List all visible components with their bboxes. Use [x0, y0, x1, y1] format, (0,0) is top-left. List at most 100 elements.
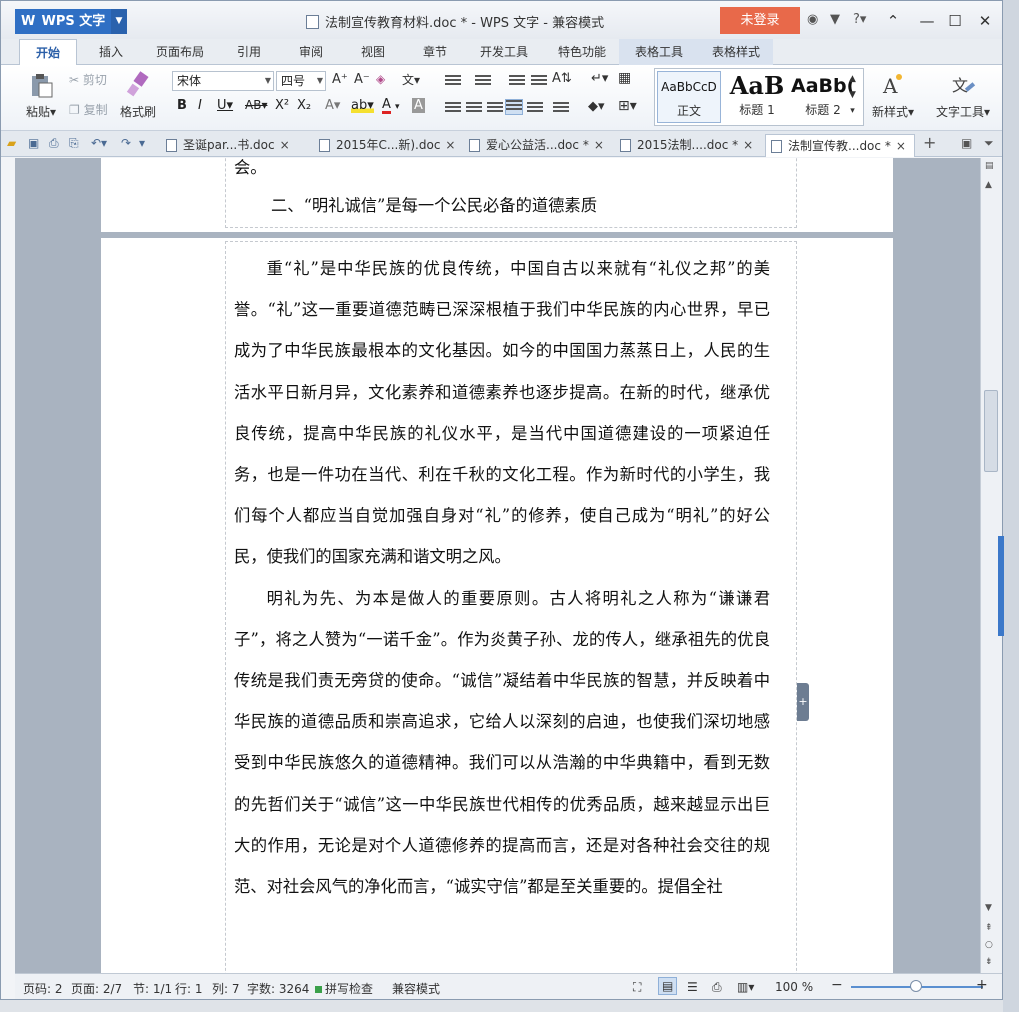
tab-menu-icon[interactable]: ⏷	[984, 136, 994, 151]
subscript-icon[interactable]: X₂	[297, 98, 311, 113]
italic-icon[interactable]: I	[198, 98, 202, 113]
document-canvas[interactable]: 会。 二、“明礼诚信”是每一个公民必备的道德素质 重“礼”是中华民族的优良传统，…	[15, 158, 980, 973]
bullet-list-icon[interactable]	[445, 75, 461, 89]
tab-references[interactable]: 引用	[223, 39, 275, 65]
browse-object-icon[interactable]: ○	[985, 940, 993, 950]
char-shading-icon[interactable]: A	[412, 98, 425, 113]
doc-tab[interactable]: 圣诞par...书.doc ×	[161, 134, 313, 157]
border-icon[interactable]: ⊞▾	[618, 98, 637, 114]
scroll-thumb[interactable]	[984, 390, 998, 472]
print-preview-icon[interactable]: ⎘	[69, 136, 79, 151]
paste-button[interactable]: 粘贴▾	[21, 71, 61, 120]
line-spacing-icon[interactable]	[553, 102, 569, 116]
increase-indent-icon[interactable]	[531, 75, 547, 89]
app-menu-button[interactable]: W WPS 文字 ▼	[15, 9, 127, 34]
style-scroll-icon[interactable]: ▲ ▼ ▾	[849, 71, 856, 119]
outline-view-icon[interactable]: ☰	[687, 980, 698, 994]
tab-insert[interactable]: 插入	[85, 39, 137, 65]
decrease-indent-icon[interactable]	[509, 75, 525, 89]
font-color-icon[interactable]: A	[382, 98, 391, 114]
text-tools-button[interactable]: 文 文字工具▾	[935, 71, 991, 120]
zoom-out-button[interactable]: −	[831, 977, 843, 993]
sort-icon[interactable]: A⇅	[552, 71, 572, 86]
grow-font-icon[interactable]: A⁺	[332, 72, 348, 87]
table-icon[interactable]: ▦	[618, 70, 631, 86]
highlight-icon[interactable]: ab▾	[351, 98, 374, 113]
doc-tab[interactable]: 爱心公益活...doc * ×	[464, 134, 614, 157]
collapse-ribbon-icon[interactable]: ⌃	[879, 9, 907, 33]
align-right-icon[interactable]	[487, 102, 503, 116]
close-tab-icon[interactable]: ×	[280, 138, 290, 152]
shrink-font-icon[interactable]: A⁻	[354, 72, 370, 87]
style-heading-2[interactable]: AaBb( 标题 2	[791, 71, 855, 123]
tab-developer[interactable]: 开发工具	[471, 39, 537, 65]
reading-view-icon[interactable]: ▥▾	[737, 980, 754, 994]
close-button[interactable]: ✕	[971, 9, 999, 33]
split-view-icon[interactable]: ▤	[985, 161, 994, 171]
doc-tab-active[interactable]: 法制宣传教...doc * ×	[765, 134, 915, 157]
tab-review[interactable]: 审阅	[285, 39, 337, 65]
fill-color-icon[interactable]: ◆▾	[588, 99, 605, 114]
help-icon[interactable]: ?▾	[853, 12, 866, 27]
tab-features[interactable]: 特色功能	[547, 39, 617, 65]
web-view-icon[interactable]: ⎙	[712, 980, 722, 995]
save-icon[interactable]: ▣	[28, 136, 39, 150]
chevron-down-icon[interactable]: ▾	[395, 102, 400, 112]
format-painter-button[interactable]: 格式刷	[117, 71, 159, 120]
justify-icon[interactable]	[505, 99, 523, 115]
print-icon[interactable]: ⎙	[49, 136, 59, 151]
new-style-button[interactable]: A 新样式▾	[867, 71, 919, 120]
status-word-count[interactable]: 字数: 3264	[247, 980, 309, 997]
cut-button[interactable]: ✂ 剪切	[69, 71, 107, 88]
scroll-down-icon[interactable]: ▼	[985, 903, 992, 913]
maximize-button[interactable]: ☐	[941, 9, 969, 33]
customize-toolbar-icon[interactable]: ▾	[139, 136, 145, 150]
zoom-in-button[interactable]: +	[976, 977, 988, 993]
font-name-select[interactable]: 宋体 ▼	[172, 71, 274, 91]
undo-icon[interactable]: ↶▾	[91, 136, 107, 150]
tab-page-layout[interactable]: 页面布局	[145, 39, 215, 65]
tab-list-icon[interactable]: ▣	[961, 136, 972, 150]
page-view-icon[interactable]: ▤	[658, 977, 678, 995]
close-tab-icon[interactable]: ×	[896, 139, 906, 153]
align-center-icon[interactable]	[466, 102, 482, 116]
distribute-icon[interactable]	[527, 102, 543, 116]
text-effect-icon[interactable]: A▾	[325, 98, 340, 113]
redo-icon[interactable]: ↷	[121, 136, 131, 150]
chevron-down-icon[interactable]: ▼	[111, 9, 127, 34]
fullscreen-view-icon[interactable]: ⛶	[633, 980, 641, 995]
shirt-icon[interactable]: ▼	[830, 12, 840, 27]
new-tab-icon[interactable]: +	[923, 133, 936, 152]
zoom-level[interactable]: 100 %	[775, 980, 813, 994]
login-button[interactable]: 未登录	[720, 7, 800, 34]
status-page[interactable]: 页面: 2/7	[71, 980, 122, 997]
open-icon[interactable]: ▰	[7, 136, 16, 150]
tab-table-styles[interactable]: 表格样式	[699, 39, 773, 65]
prev-page-icon[interactable]: ⇞	[985, 923, 993, 933]
close-tab-icon[interactable]: ×	[743, 138, 753, 152]
numbered-list-icon[interactable]	[475, 75, 491, 89]
scroll-up-icon[interactable]: ▲	[985, 180, 992, 190]
copy-button[interactable]: ❐ 复制	[69, 101, 108, 118]
clear-format-icon[interactable]: ◈	[376, 72, 385, 86]
bold-icon[interactable]: B	[177, 98, 187, 113]
zoom-slider-thumb[interactable]	[910, 980, 922, 992]
tab-home[interactable]: 开始	[19, 39, 77, 66]
tab-table-tools[interactable]: 表格工具	[619, 39, 699, 65]
doc-tab[interactable]: 2015法制....doc * ×	[615, 134, 763, 157]
body-text[interactable]: 重“礼”是中华民族的优良传统，中国自古以来就有“礼仪之邦”的美誉。“礼”这一重要…	[234, 248, 770, 907]
style-normal[interactable]: AaBbCcD 正文	[657, 71, 721, 123]
close-tab-icon[interactable]: ×	[594, 138, 604, 152]
style-heading-1[interactable]: AaB 标题 1	[725, 71, 789, 123]
close-tab-icon[interactable]: ×	[445, 138, 455, 152]
strikethrough-icon[interactable]: AB▾	[245, 98, 267, 112]
underline-icon[interactable]: U▾	[217, 98, 233, 113]
minimize-button[interactable]: —	[913, 9, 941, 33]
font-size-select[interactable]: 四号 ▼	[276, 71, 326, 91]
phonetic-icon[interactable]: 文▾	[402, 71, 420, 88]
tab-view[interactable]: 视图	[347, 39, 399, 65]
skin-icon[interactable]: ◉	[807, 12, 818, 27]
show-marks-icon[interactable]: ↵▾	[591, 71, 608, 86]
align-left-icon[interactable]	[445, 102, 461, 116]
tab-section[interactable]: 章节	[409, 39, 461, 65]
